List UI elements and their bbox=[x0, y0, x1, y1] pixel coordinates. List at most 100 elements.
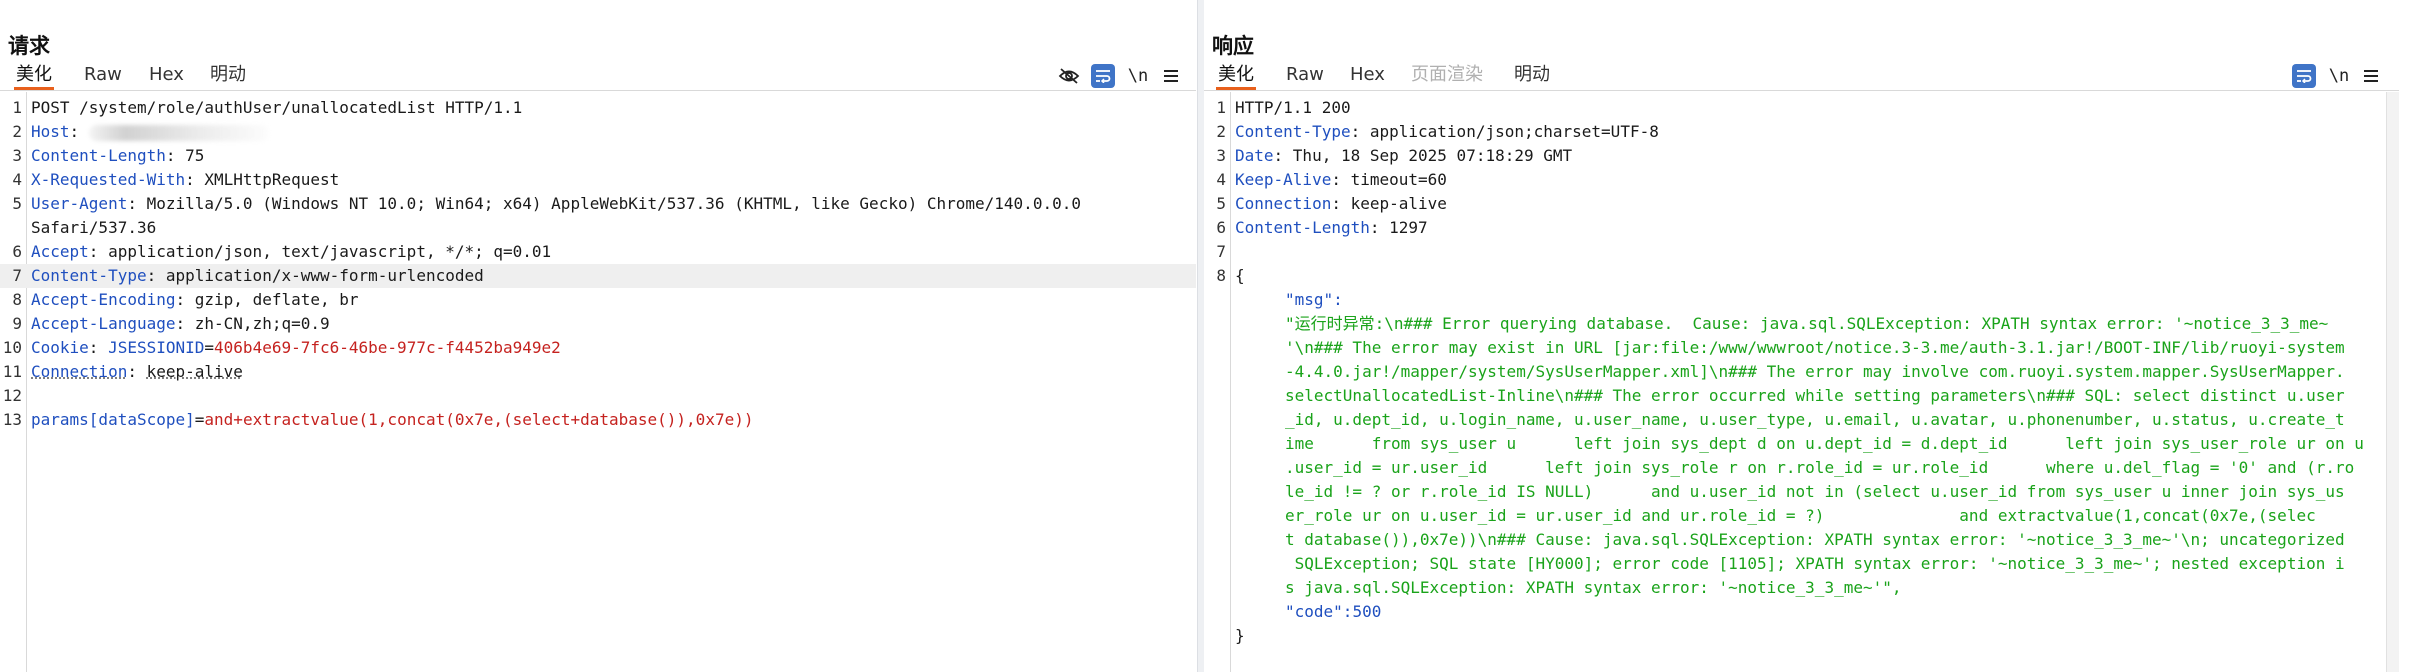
line-content: Keep-Alive: timeout=60 bbox=[1235, 168, 1447, 192]
response-editor[interactable]: 1 HTTP/1.1 200 2 Content-Type: application/… bbox=[1204, 92, 2399, 672]
body-param-value: and+extractvalue(1,concat(0x7e,(select+d… bbox=[204, 410, 754, 429]
line-number: 4 bbox=[12, 170, 22, 189]
header-sep: : bbox=[146, 266, 166, 285]
request-pane: 请求 美化 Raw Hex 明动 \n 1 POST /system/role/a… bbox=[0, 0, 1196, 672]
response-scrollbar[interactable] bbox=[2386, 92, 2399, 672]
request-line: 5 User-Agent: Mozilla/5.0 (Windows NT 10.… bbox=[0, 192, 1196, 216]
response-tab-render: 页面渲染 bbox=[1411, 64, 1483, 85]
json-msg-value: ime from sys_user u left join sys_dept d… bbox=[1285, 434, 2364, 453]
header-sep: : bbox=[165, 146, 186, 165]
line-number: 6 bbox=[1216, 218, 1226, 237]
header-sep: : bbox=[1350, 122, 1370, 141]
newline-toggle-button[interactable]: \n bbox=[1125, 64, 1151, 88]
request-line: 2 Host: bbox=[0, 120, 1196, 144]
json-msg-value: le_id != ? or r.role_id IS NULL) and u.u… bbox=[1285, 482, 2345, 501]
response-line: 6 Content-Length: 1297 bbox=[1204, 216, 2399, 240]
response-tab-pretty[interactable]: 美化 bbox=[1216, 63, 1256, 90]
wrap-lines-icon[interactable] bbox=[1091, 64, 1115, 88]
header-value: XMLHttpRequest bbox=[204, 170, 340, 189]
request-line: 9 Accept-Language: zh-CN,zh;q=0.9 bbox=[0, 312, 1196, 336]
header-value: keep-alive bbox=[146, 362, 243, 381]
json-msg-value: '\n### The error may exist in URL [jar:f… bbox=[1285, 338, 2345, 357]
body-param-name: params[dataScope] bbox=[31, 410, 195, 429]
json-msg-line: SQLException; SQL state [HY000]; error c… bbox=[1204, 552, 2399, 576]
hamburger-menu-icon[interactable] bbox=[2360, 64, 2382, 88]
line-content: X-Requested-With: XMLHttpRequest bbox=[31, 168, 339, 192]
header-name: User-Agent bbox=[31, 194, 128, 213]
json-msg-line: er_role ur on u.user_id = ur.user_id and… bbox=[1204, 504, 2399, 528]
wrap-lines-icon[interactable] bbox=[2292, 64, 2316, 88]
response-line: 2 Content-Type: application/json;charset=… bbox=[1204, 120, 2399, 144]
request-title: 请求 bbox=[8, 34, 50, 58]
json-closing-brace: } bbox=[1235, 626, 1245, 645]
line-number: 7 bbox=[1216, 242, 1226, 261]
json-code-line: "code":500 bbox=[1204, 600, 2399, 624]
response-tab-raw[interactable]: Raw bbox=[1284, 63, 1326, 87]
line-content: Content-Length: 1297 bbox=[1235, 216, 1428, 240]
json-msg-value: er_role ur on u.user_id = ur.user_id and… bbox=[1285, 506, 2316, 525]
header-value: POST /system/role/authUser/unallocatedLi… bbox=[31, 98, 523, 117]
response-line: 4 Keep-Alive: timeout=60 bbox=[1204, 168, 2399, 192]
response-line: 7 bbox=[1204, 240, 2399, 264]
response-line: 1 HTTP/1.1 200 bbox=[1204, 96, 2399, 120]
request-tab-raw[interactable]: Raw bbox=[82, 63, 124, 87]
json-code-pair: "code":500 bbox=[1285, 600, 1381, 624]
line-number: 13 bbox=[2, 410, 22, 429]
json-msg-value: _id, u.dept_id, u.login_name, u.user_nam… bbox=[1285, 410, 2345, 429]
request-tab-explain[interactable]: 明动 bbox=[208, 63, 248, 87]
response-pane: 响应 美化 Raw Hex 页面渲染 明动 \n 1 HTTP/1.1 200 2 C… bbox=[1204, 0, 2399, 672]
json-msg-line: .user_id = ur.user_id left join sys_role… bbox=[1204, 456, 2399, 480]
request-line: 7 Content-Type: application/x-www-form-ur… bbox=[0, 264, 1196, 288]
line-number: 8 bbox=[12, 290, 22, 309]
request-line: 3 Content-Length: 75 bbox=[0, 144, 1196, 168]
header-value: Safari/537.36 bbox=[31, 218, 157, 237]
line-number: 9 bbox=[12, 314, 22, 333]
response-tabbar: 美化 Raw Hex 页面渲染 明动 bbox=[1204, 60, 2399, 91]
request-tab-pretty[interactable]: 美化 bbox=[14, 63, 54, 90]
header-name: Content-Length bbox=[1235, 218, 1370, 237]
header-value: zh-CN,zh;q=0.9 bbox=[194, 314, 330, 333]
header-name: Date bbox=[1235, 146, 1274, 165]
hide-icon[interactable] bbox=[1056, 64, 1082, 88]
newline-toggle-button[interactable]: \n bbox=[2326, 64, 2352, 88]
json-msg-line: le_id != ? or r.role_id IS NULL) and u.u… bbox=[1204, 480, 2399, 504]
request-editor[interactable]: 1 POST /system/role/authUser/unallocatedL… bbox=[0, 92, 1196, 672]
response-tab-explain[interactable]: 明动 bbox=[1512, 63, 1552, 87]
request-line: Safari/537.36 bbox=[0, 216, 1196, 240]
body-param-eq: = bbox=[194, 410, 205, 429]
header-name: X-Requested-With bbox=[31, 170, 186, 189]
header-sep: : bbox=[1273, 146, 1293, 165]
header-name: Accept-Language bbox=[31, 314, 176, 333]
json-code-value: 500 bbox=[1352, 602, 1382, 621]
request-tab-hex[interactable]: Hex bbox=[147, 63, 186, 87]
response-tab-hex[interactable]: Hex bbox=[1348, 63, 1387, 87]
header-sep: : bbox=[185, 170, 205, 189]
header-sep: : bbox=[1369, 218, 1390, 237]
json-msg-line: _id, u.dept_id, u.login_name, u.user_nam… bbox=[1204, 408, 2399, 432]
cookie-name: JSESSIONID bbox=[108, 338, 205, 357]
json-key-code: "code": bbox=[1285, 602, 1353, 621]
request-line: 10 Cookie: JSESSIONID=406b4e69-7fc6-46be-… bbox=[0, 336, 1196, 360]
json-msg-line: selectUnallocatedList-Inline\n### The er… bbox=[1204, 384, 2399, 408]
line-content: HTTP/1.1 200 bbox=[1235, 96, 1351, 120]
line-number: 6 bbox=[12, 242, 22, 261]
header-value: Mozilla/5.0 (Windows NT 10.0; Win64; x64… bbox=[146, 194, 1081, 213]
hamburger-menu-icon[interactable] bbox=[1160, 64, 1182, 88]
request-tabbar: 美化 Raw Hex 明动 bbox=[0, 60, 1196, 91]
line-content: Accept: application/json, text/javascrip… bbox=[31, 240, 551, 264]
json-msg-value: selectUnallocatedList-Inline\n### The er… bbox=[1285, 386, 2345, 405]
header-name: Accept bbox=[31, 242, 89, 261]
header-value: Thu, 18 Sep 2025 07:18:29 GMT bbox=[1292, 146, 1573, 165]
header-value: { bbox=[1235, 266, 1245, 285]
line-content: Connection: keep-alive bbox=[31, 360, 243, 384]
line-content: { bbox=[1235, 264, 1245, 288]
line-number: 8 bbox=[1216, 266, 1226, 285]
request-line: 8 Accept-Encoding: gzip, deflate, br bbox=[0, 288, 1196, 312]
json-msg-value: -4.4.0.jar!/mapper/system/SysUserMapper.… bbox=[1285, 362, 2345, 381]
header-name: Connection bbox=[1235, 194, 1332, 213]
line-number: 3 bbox=[1216, 146, 1226, 165]
header-sep: : bbox=[175, 290, 195, 309]
response-line: 3 Date: Thu, 18 Sep 2025 07:18:29 GMT bbox=[1204, 144, 2399, 168]
line-number: 5 bbox=[1216, 194, 1226, 213]
json-closing-line: } bbox=[1204, 624, 2399, 648]
